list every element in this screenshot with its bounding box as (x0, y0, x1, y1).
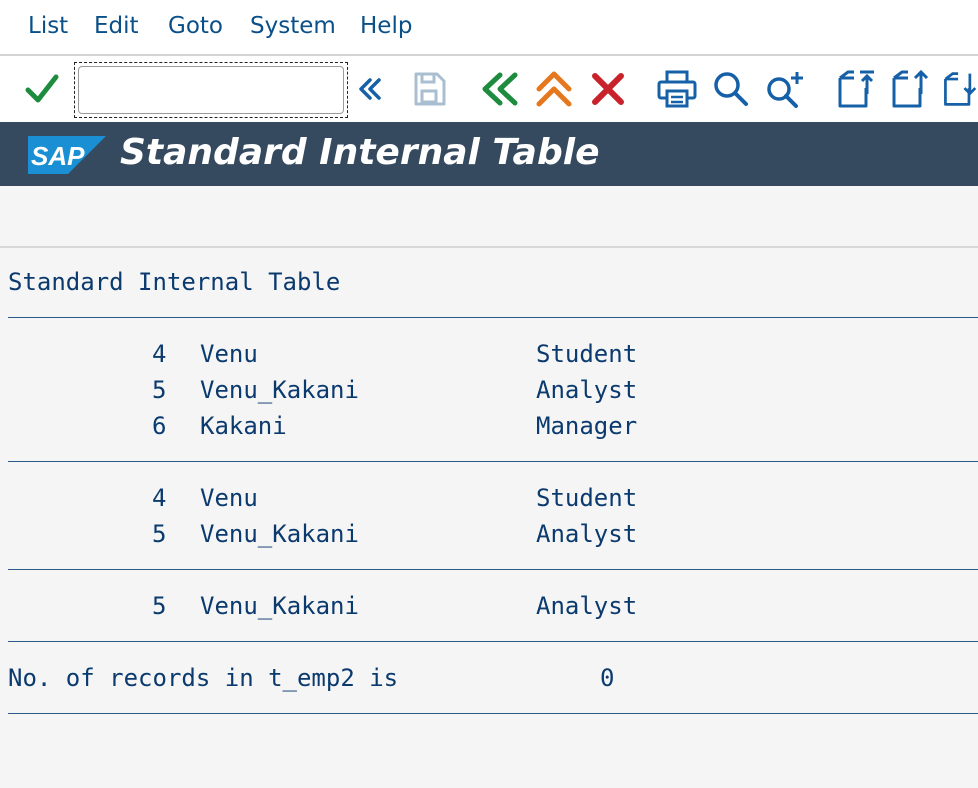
find-next-icon[interactable] (760, 56, 810, 122)
check-icon[interactable] (20, 56, 64, 122)
row-id: 4 (152, 484, 167, 512)
row-name: Venu (200, 340, 258, 368)
separator-line (8, 569, 978, 570)
sap-logo: SAP (28, 136, 106, 179)
report-heading: Standard Internal Table (8, 268, 341, 296)
row-role: Analyst (536, 520, 638, 548)
exit-icon[interactable] (532, 56, 576, 122)
row-role: Student (536, 484, 638, 512)
separator-line (8, 461, 978, 462)
sap-logo-text: SAP (31, 141, 85, 171)
row-name: Kakani (200, 412, 287, 440)
summary-value: 0 (600, 664, 615, 692)
menu-bar: List Edit Goto System Help (0, 0, 978, 56)
separator-line (8, 317, 978, 318)
row-id: 4 (152, 340, 167, 368)
content-separator (0, 246, 978, 248)
find-icon[interactable] (708, 56, 754, 122)
menu-help[interactable]: Help (360, 13, 412, 39)
menu-edit[interactable]: Edit (94, 13, 139, 39)
cancel-icon[interactable] (586, 56, 630, 122)
row-id: 5 (152, 520, 167, 548)
print-icon[interactable] (654, 56, 700, 122)
row-name: Venu_Kakani (200, 520, 359, 548)
summary-label: No. of records in t_emp2 is (8, 664, 399, 692)
row-name: Venu (200, 484, 258, 512)
row-id: 5 (152, 592, 167, 620)
previous-page-icon[interactable] (886, 56, 932, 122)
row-name: Venu_Kakani (200, 592, 359, 620)
save-icon[interactable] (406, 56, 452, 122)
title-bar: Standard Internal Table (0, 122, 978, 186)
row-role: Analyst (536, 376, 638, 404)
menu-goto[interactable]: Goto (168, 13, 223, 39)
command-field[interactable] (78, 66, 344, 114)
row-role: Manager (536, 412, 638, 440)
row-role: Student (536, 340, 638, 368)
command-field-wrapper (74, 62, 348, 118)
menu-list[interactable]: List (28, 13, 68, 39)
row-id: 5 (152, 376, 167, 404)
row-role: Analyst (536, 592, 638, 620)
page-title: Standard Internal Table (120, 132, 600, 173)
separator-line (8, 713, 978, 714)
first-page-icon[interactable] (832, 56, 878, 122)
next-page-icon[interactable] (940, 56, 978, 122)
row-id: 6 (152, 412, 167, 440)
row-name: Venu_Kakani (200, 376, 359, 404)
menu-system[interactable]: System (250, 13, 336, 39)
separator-line (8, 641, 978, 642)
expand-icon[interactable] (352, 56, 388, 122)
back-icon[interactable] (478, 56, 522, 122)
